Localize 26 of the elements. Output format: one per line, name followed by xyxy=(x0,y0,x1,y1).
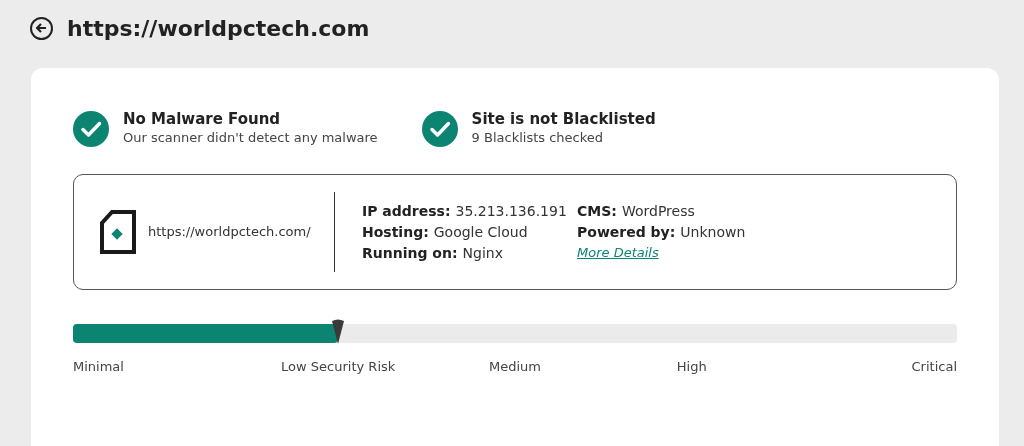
info-value: 35.213.136.191 xyxy=(455,202,567,221)
info-value: WordPress xyxy=(621,202,695,221)
check-subtitle: Our scanner didn't detect any malware xyxy=(123,129,378,147)
info-label: Running on: xyxy=(362,244,458,263)
info-label: Powered by: xyxy=(577,223,676,242)
back-button[interactable] xyxy=(30,16,53,40)
info-label: Hosting: xyxy=(362,223,429,242)
check-subtitle: 9 Blacklists checked xyxy=(471,129,605,147)
info-value: Nginx xyxy=(462,244,503,263)
more-details-link[interactable]: More Details xyxy=(577,243,746,263)
check-title: No Malware Found xyxy=(123,110,282,129)
pointer-icon xyxy=(331,319,346,345)
risk-label: Minimal xyxy=(73,358,125,376)
page-title: https://worldpctech.com xyxy=(67,14,370,43)
document-icon xyxy=(100,210,136,254)
check-title: Site is not Blacklisted xyxy=(471,110,656,129)
risk-label: Critical xyxy=(910,358,957,376)
info-value: Unknown xyxy=(680,223,746,242)
info-label: IP address: xyxy=(362,202,451,221)
risk-label: High xyxy=(675,358,708,376)
site-url: https://worldpctech.com/ xyxy=(148,223,311,242)
risk-label: Low Security Risk xyxy=(280,358,397,376)
risk-label: Medium xyxy=(488,358,542,376)
info-label: CMS: xyxy=(577,202,617,221)
back-arrow-icon xyxy=(36,23,47,33)
info-value: Google Cloud xyxy=(433,223,528,242)
